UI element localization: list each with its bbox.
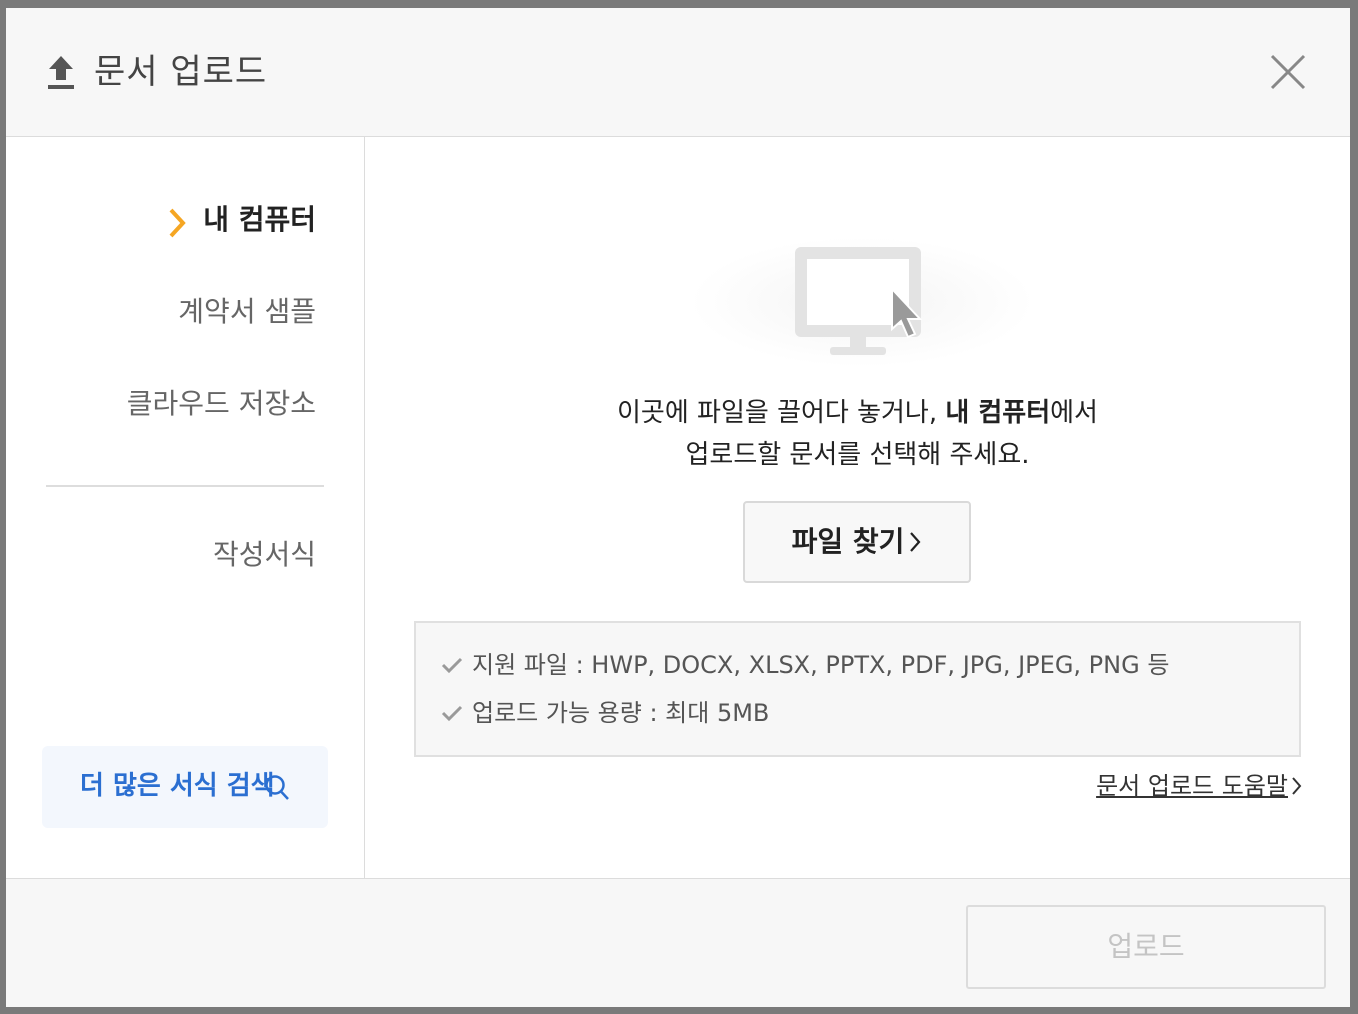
info-row-supported: 지원 파일 : HWP, DOCX, XLSX, PPTX, PDF, JPG,… bbox=[440, 647, 1169, 683]
sidebar: 내 컴퓨터 계약서 샘플 클라우드 저장소 작성서식 더 많은 서식 검색 bbox=[6, 137, 365, 878]
monitor-cursor-icon bbox=[690, 237, 1034, 367]
chevron-right-icon bbox=[1292, 777, 1302, 795]
dialog-footer: 업로드 bbox=[6, 878, 1350, 1007]
info-supported-text: 지원 파일 : HWP, DOCX, XLSX, PPTX, PDF, JPG,… bbox=[472, 651, 1170, 679]
chevron-right-icon bbox=[169, 208, 186, 238]
upload-icon bbox=[48, 56, 74, 89]
instruction-text-2: 에서 bbox=[1050, 398, 1098, 428]
upload-button[interactable]: 업로드 bbox=[966, 905, 1326, 989]
find-file-label: 파일 찾기 bbox=[745, 503, 969, 581]
sidebar-item-contract-samples[interactable]: 계약서 샘플 bbox=[178, 292, 316, 332]
main-panel: 이곳에 파일을 끌어다 놓거나, 내 컴퓨터에서 업로드할 문서를 선택해 주세… bbox=[365, 137, 1350, 878]
find-file-text: 파일 찾기 bbox=[791, 525, 905, 558]
sidebar-item-templates[interactable]: 작성서식 bbox=[213, 535, 316, 575]
instruction-bold: 내 컴퓨터 bbox=[945, 398, 1051, 428]
drop-instruction: 이곳에 파일을 끌어다 놓거나, 내 컴퓨터에서 업로드할 문서를 선택해 주세… bbox=[365, 392, 1350, 476]
sidebar-item-my-computer[interactable]: 내 컴퓨터 bbox=[203, 200, 316, 240]
upload-help-link[interactable]: 문서 업로드 도움말 bbox=[1096, 769, 1302, 803]
sidebar-divider bbox=[46, 485, 324, 487]
instruction-text-1: 이곳에 파일을 끌어다 놓거나, bbox=[617, 398, 946, 428]
dialog-header: 문서 업로드 bbox=[6, 8, 1350, 137]
upload-button-label: 업로드 bbox=[1107, 930, 1185, 963]
upload-dialog: 문서 업로드 내 컴퓨터 계약서 샘플 클라우드 저장소 작성서식 더 많은 서… bbox=[6, 8, 1350, 1007]
more-templates-search-button[interactable]: 더 많은 서식 검색 bbox=[42, 746, 328, 828]
chevron-right-icon bbox=[910, 532, 921, 552]
info-row-size: 업로드 가능 용량 : 최대 5MB bbox=[440, 695, 769, 731]
file-info-box: 지원 파일 : HWP, DOCX, XLSX, PPTX, PDF, JPG,… bbox=[414, 621, 1301, 757]
find-file-button[interactable]: 파일 찾기 bbox=[743, 501, 971, 583]
instruction-text-3: 업로드할 문서를 선택해 주세요. bbox=[685, 440, 1030, 470]
check-icon bbox=[441, 657, 463, 674]
check-icon bbox=[441, 705, 463, 722]
close-icon[interactable] bbox=[1268, 52, 1308, 92]
info-size-text: 업로드 가능 용량 : 최대 5MB bbox=[472, 699, 770, 727]
dialog-title: 문서 업로드 bbox=[94, 52, 268, 92]
sidebar-item-cloud-storage[interactable]: 클라우드 저장소 bbox=[127, 384, 316, 424]
search-icon bbox=[265, 775, 289, 800]
help-link-text: 문서 업로드 도움말 bbox=[1096, 772, 1288, 800]
more-templates-label: 더 많은 서식 검색 bbox=[80, 771, 275, 801]
